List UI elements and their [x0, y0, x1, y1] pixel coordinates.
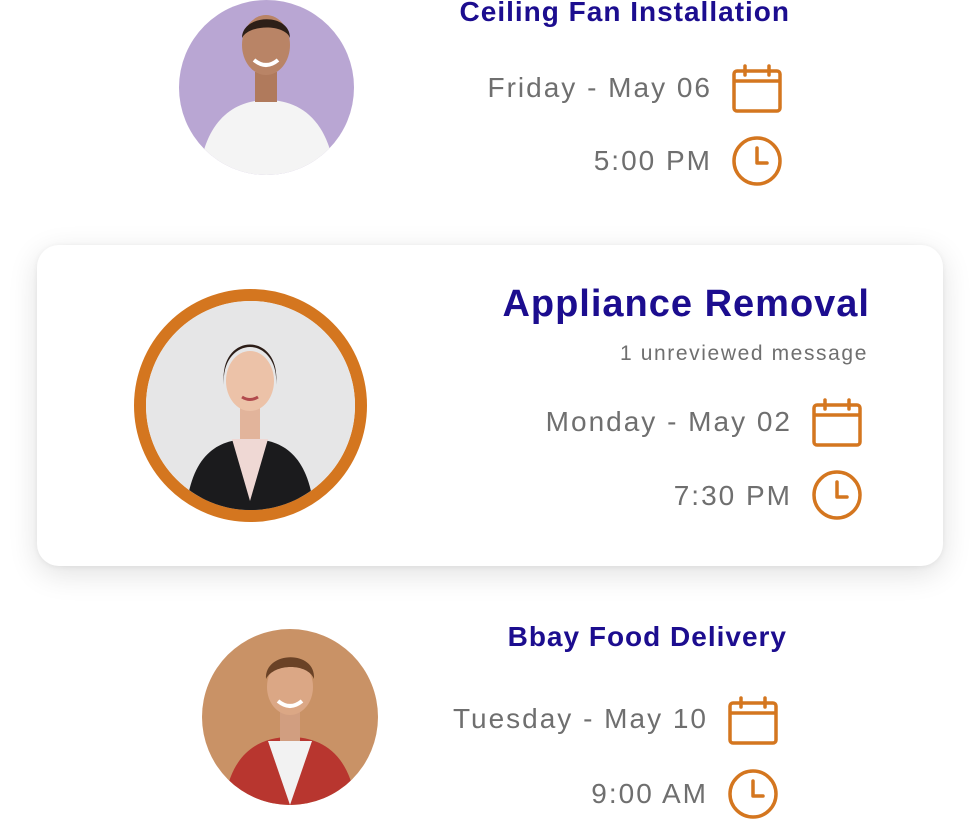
avatar-customer-1 [179, 0, 354, 175]
appointment-title: Ceiling Fan Installation [459, 0, 790, 27]
avatar-man-plaid-shirt-image [202, 629, 378, 805]
unreviewed-message-count[interactable]: 1 unreviewed message [620, 342, 868, 366]
appointment-date: Friday - May 06 [487, 72, 712, 103]
appointment-card-ceiling-fan[interactable]: Ceiling Fan Installation Friday - May 06… [0, 0, 980, 210]
clock-icon [811, 469, 863, 521]
avatar-customer-3 [202, 629, 378, 805]
avatar-customer-2 [134, 289, 367, 522]
clock-icon [727, 768, 779, 819]
avatar-woman-black-blazer-image [146, 301, 355, 510]
appointment-date: Tuesday - May 10 [452, 703, 708, 734]
calendar-icon [811, 397, 863, 449]
appointments-list: Ceiling Fan Installation Friday - May 06… [0, 0, 980, 819]
clock-icon [731, 135, 783, 187]
calendar-icon [731, 63, 783, 115]
appointment-date: Monday - May 02 [545, 406, 792, 437]
appointment-card-appliance-removal[interactable]: Appliance Removal 1 unreviewed message M… [37, 245, 943, 566]
calendar-icon [727, 695, 779, 747]
appointment-time: 9:00 AM [591, 778, 708, 809]
appointment-time: 5:00 PM [593, 145, 712, 176]
appointment-card-food-delivery[interactable]: Bbay Food Delivery Tuesday - May 10 9:00… [0, 610, 980, 819]
appointment-time: 7:30 PM [673, 480, 792, 511]
avatar-man-white-shirt-image [179, 0, 354, 175]
appointment-title: Bbay Food Delivery [507, 621, 787, 652]
appointment-title: Appliance Removal [502, 283, 870, 325]
